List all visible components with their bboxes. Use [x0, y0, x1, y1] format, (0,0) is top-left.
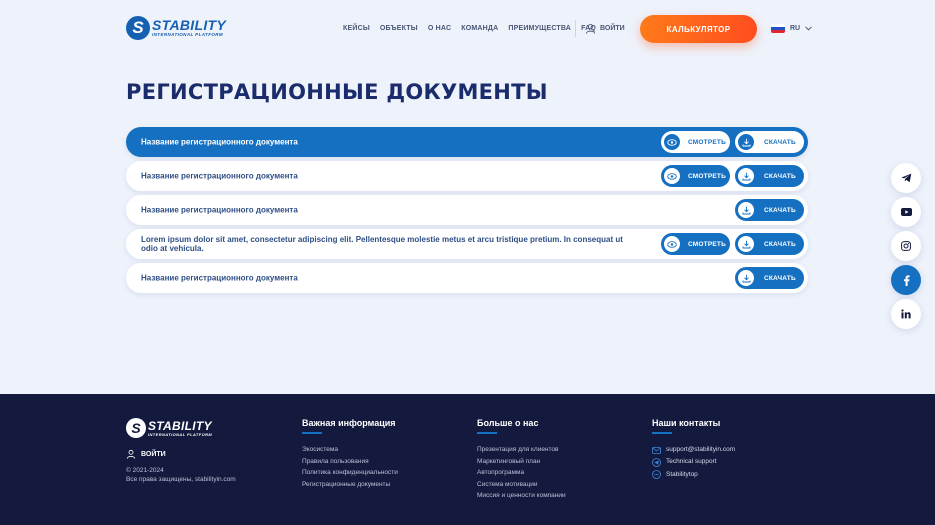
language-select[interactable]: RU	[771, 24, 812, 33]
logo-subtitle: INTERNATIONAL PLATFORM	[152, 32, 224, 38]
logo-subtitle: INTERNATIONAL PLATFORM	[148, 431, 213, 437]
footer-link[interactable]: Автопрограмма	[477, 469, 566, 477]
footer-login-link[interactable]: ВОЙТИ	[126, 449, 166, 459]
download-icon	[738, 270, 754, 286]
social-links	[891, 163, 921, 333]
youtube-icon[interactable]	[891, 197, 921, 227]
document-row[interactable]: Название регистрационного документа СКАЧ…	[126, 263, 808, 293]
telegram-icon	[652, 457, 661, 467]
logo[interactable]: S STABILITY INTERNATIONAL PLATFORM	[126, 16, 226, 40]
document-name: Название регистрационного документа	[141, 273, 298, 283]
eye-icon	[664, 134, 680, 150]
view-button[interactable]: СМОТРЕТЬ	[661, 131, 730, 153]
download-label: СКАЧАТЬ	[764, 172, 796, 180]
view-label: СМОТРЕТЬ	[688, 138, 726, 146]
nav-divider	[575, 20, 576, 37]
download-label: СКАЧАТЬ	[764, 274, 796, 282]
nav-item-cases[interactable]: КЕЙСЫ	[343, 25, 370, 32]
download-icon	[738, 168, 754, 184]
document-row[interactable]: Название регистрационного документа СКАЧ…	[126, 195, 808, 225]
chat-icon	[652, 470, 661, 479]
download-button[interactable]: СКАЧАТЬ	[735, 267, 804, 289]
download-button[interactable]: СКАЧАТЬ	[735, 233, 804, 255]
download-icon	[738, 134, 754, 150]
documents-list: Название регистрационного документа СМОТ…	[126, 127, 808, 297]
download-label: СКАЧАТЬ	[764, 240, 796, 248]
russia-flag-icon	[771, 24, 785, 33]
mail-icon	[652, 446, 661, 454]
download-label: СКАЧАТЬ	[764, 206, 796, 214]
document-row[interactable]: Lorem ipsum dolor sit amet, consectetur …	[126, 229, 808, 259]
footer-link[interactable]: Экосистема	[302, 446, 398, 454]
login-label: ВОЙТИ	[141, 450, 166, 458]
telegram-icon[interactable]	[891, 163, 921, 193]
footer-column-info: Важная информация Экосистема Правила пол…	[302, 418, 398, 492]
page-title: РЕГИСТРАЦИОННЫЕ ДОКУМЕНТЫ	[126, 80, 548, 104]
eye-icon	[664, 236, 680, 252]
logo-word: STABILITY	[152, 17, 226, 34]
nav-item-advantages[interactable]: ПРЕИМУЩЕСТВА	[508, 25, 571, 32]
nav-item-objects[interactable]: ОБЪЕКТЫ	[380, 25, 418, 32]
footer-link[interactable]: Система мотивации	[477, 481, 566, 489]
nav-item-team[interactable]: КОМАНДА	[461, 25, 498, 32]
calculator-button[interactable]: КАЛЬКУЛЯТОР	[640, 15, 757, 43]
site-footer: S STABILITY INTERNATIONAL PLATFORM ВОЙТИ…	[0, 394, 935, 525]
footer-column-title: Наши контакты	[652, 418, 721, 428]
nav-item-about[interactable]: О НАС	[428, 25, 451, 32]
footer-link[interactable]: Миссия и ценности компании	[477, 492, 566, 500]
user-icon	[126, 449, 136, 459]
language-label: RU	[790, 25, 801, 32]
document-name: Название регистрационного документа	[141, 171, 298, 181]
footer-link[interactable]: Маркетинговый план	[477, 458, 566, 466]
title-underline	[652, 432, 672, 434]
footer-column-title: Больше о нас	[477, 418, 539, 428]
title-underline	[302, 432, 322, 434]
site-header: S STABILITY INTERNATIONAL PLATFORM КЕЙСЫ…	[0, 0, 935, 58]
view-button[interactable]: СМОТРЕТЬ	[661, 233, 730, 255]
download-button[interactable]: СКАЧАТЬ	[735, 131, 804, 153]
main-nav: КЕЙСЫ ОБЪЕКТЫ О НАС КОМАНДА ПРЕИМУЩЕСТВА…	[343, 25, 606, 32]
copyright-text: Все права защищены, stabilityin.com	[126, 475, 236, 483]
title-underline	[477, 432, 497, 434]
document-name: Название регистрационного документа	[141, 137, 298, 147]
copyright: © 2021-2024 Все права защищены, stabilit…	[126, 467, 236, 484]
footer-column-title: Важная информация	[302, 418, 396, 428]
document-name: Lorem ipsum dolor sit amet, consectetur …	[141, 235, 623, 253]
contact-email[interactable]: support@stabilityin.com	[652, 446, 735, 454]
footer-column-contacts: Наши контакты support@stabilityin.com Te…	[652, 418, 735, 483]
logo-icon: S	[126, 16, 150, 40]
download-icon	[738, 202, 754, 218]
footer-logo[interactable]: S STABILITY INTERNATIONAL PLATFORM	[126, 418, 212, 438]
footer-link[interactable]: Правила пользования	[302, 458, 398, 466]
download-button[interactable]: СКАЧАТЬ	[735, 165, 804, 187]
eye-icon	[664, 168, 680, 184]
document-row[interactable]: Название регистрационного документа СМОТ…	[126, 161, 808, 191]
document-name: Название регистрационного документа	[141, 205, 298, 215]
logo-word: STABILITY	[148, 418, 212, 433]
download-icon	[738, 236, 754, 252]
chevron-down-icon	[805, 26, 812, 31]
footer-link[interactable]: Политика конфиденциальности	[302, 469, 398, 477]
login-link[interactable]: ВОЙТИ	[585, 23, 625, 34]
facebook-icon[interactable]	[891, 265, 921, 295]
footer-link[interactable]: Регистрационные документы	[302, 481, 398, 489]
contact-support[interactable]: Technical support	[652, 457, 735, 467]
logo-icon: S	[126, 418, 146, 438]
download-label: СКАЧАТЬ	[764, 138, 796, 146]
footer-column-about: Больше о нас Презентация для клиентов Ма…	[477, 418, 566, 504]
view-label: СМОТРЕТЬ	[688, 172, 726, 180]
instagram-icon[interactable]	[891, 231, 921, 261]
view-button[interactable]: СМОТРЕТЬ	[661, 165, 730, 187]
linkedin-icon[interactable]	[891, 299, 921, 329]
download-button[interactable]: СКАЧАТЬ	[735, 199, 804, 221]
footer-link[interactable]: Презентация для клиентов	[477, 446, 566, 454]
login-label: ВОЙТИ	[600, 25, 625, 32]
copyright-years: © 2021-2024	[126, 467, 164, 474]
user-icon	[585, 24, 596, 34]
contact-channel[interactable]: Stabilitytop	[652, 470, 735, 479]
view-label: СМОТРЕТЬ	[688, 240, 726, 248]
document-row[interactable]: Название регистрационного документа СМОТ…	[126, 127, 808, 157]
